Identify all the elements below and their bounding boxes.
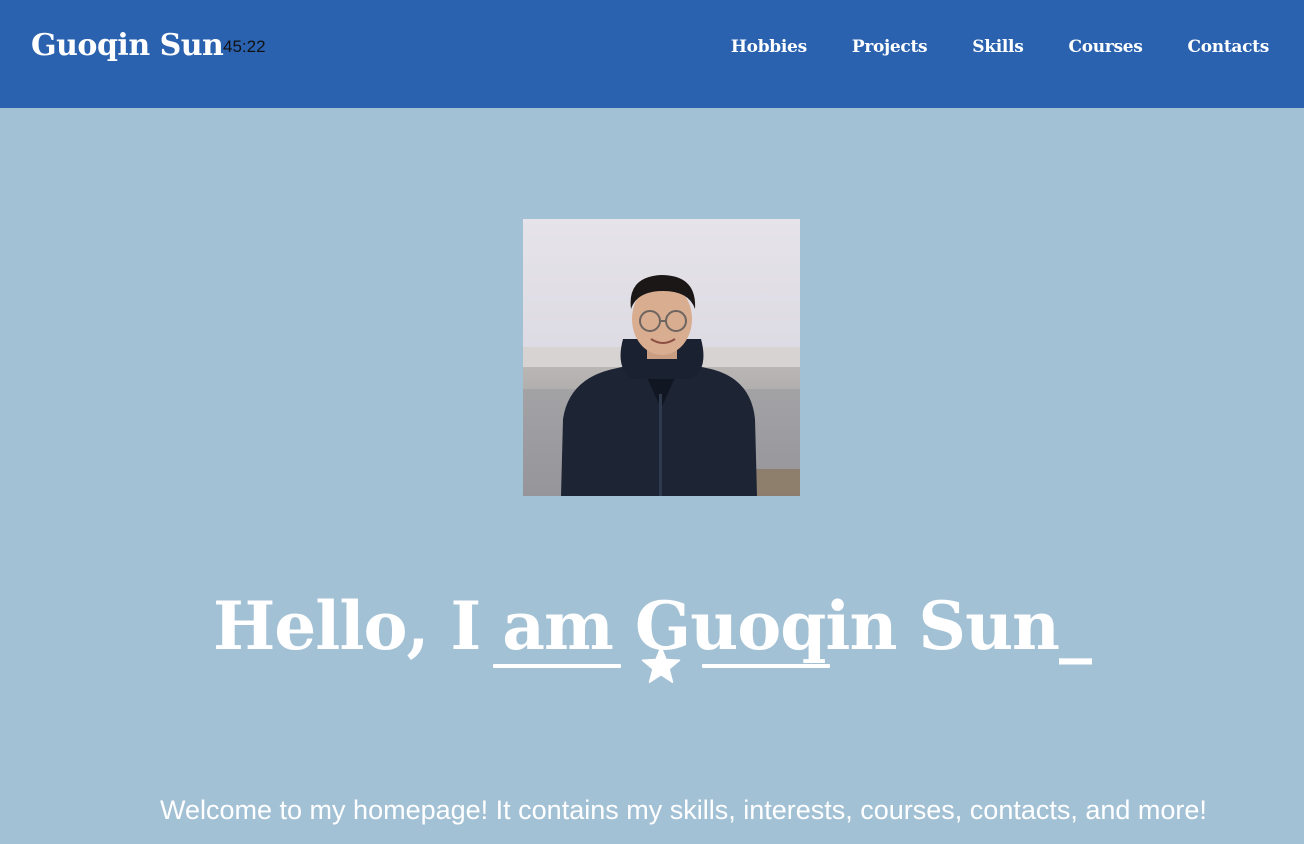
nav-link-projects[interactable]: Projects bbox=[852, 35, 928, 59]
divider-line-left bbox=[493, 664, 621, 668]
nav-link-hobbies[interactable]: Hobbies bbox=[731, 35, 807, 59]
nav-link-courses[interactable]: Courses bbox=[1068, 35, 1142, 59]
welcome-text: Welcome to my homepage! It contains my s… bbox=[160, 795, 1207, 825]
nav-link-skills[interactable]: Skills bbox=[972, 35, 1024, 59]
star-icon bbox=[641, 646, 681, 683]
divider-line-right bbox=[702, 664, 830, 668]
profile-photo bbox=[523, 219, 800, 496]
nav-link-contacts[interactable]: Contacts bbox=[1188, 35, 1270, 59]
brand-link[interactable]: Guoqin Sun bbox=[31, 26, 224, 66]
star-divider bbox=[493, 643, 830, 689]
nav-menu: Hobbies Projects Skills Courses Contacts bbox=[686, 35, 1269, 59]
clock-readout: 45:22 bbox=[223, 37, 266, 56]
navbar: Guoqin Sun 45:22 Hobbies Projects Skills… bbox=[0, 0, 1304, 108]
